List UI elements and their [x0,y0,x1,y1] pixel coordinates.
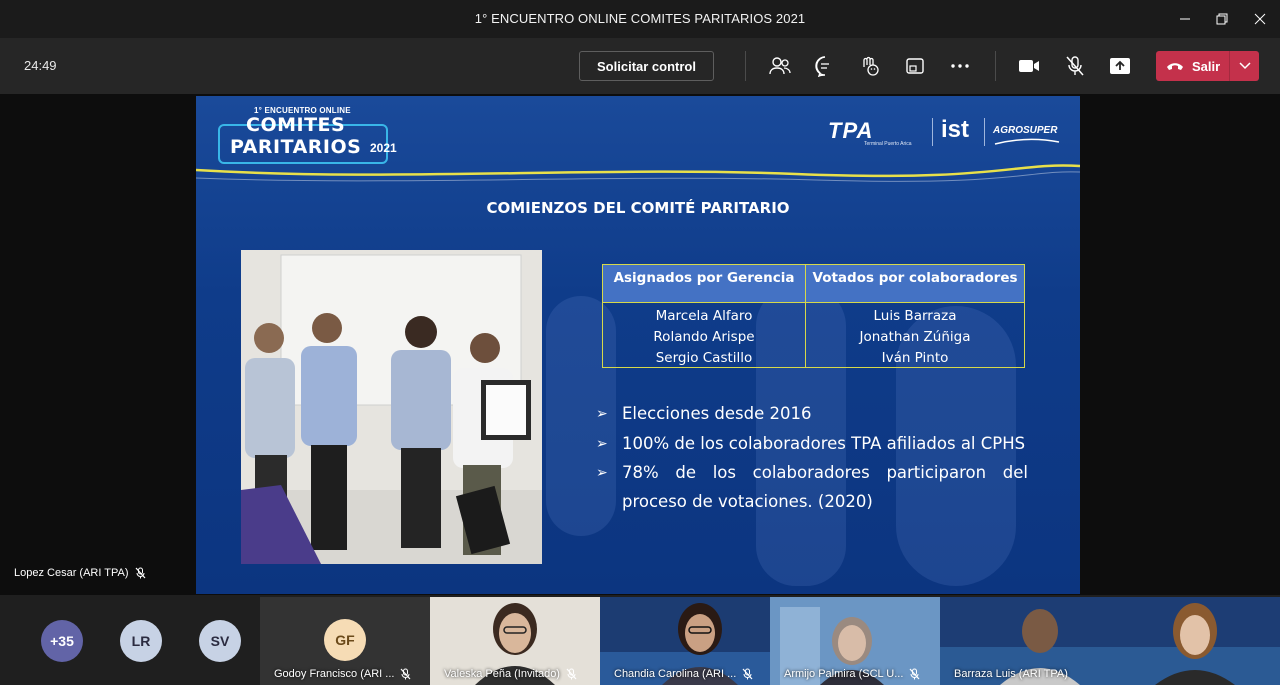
bullet-item: ➢ 78% de los colaboradores participaron … [594,459,1028,516]
more-options-icon[interactable] [947,53,973,79]
microphone-muted-icon [742,668,753,680]
share-screen-icon[interactable] [1107,53,1133,79]
table-cell: Iván Pinto [881,350,949,366]
participant-tile-chandia[interactable]: Chandia Carolina (ARI ... [600,597,770,685]
arrow-bullet-icon: ➢ [596,465,608,481]
participants-icon[interactable] [767,53,793,79]
participant-name: Valeska Peña (Invitado) [444,668,577,680]
overflow-participants-avatar[interactable]: +35 [41,620,83,662]
title-bar: 1° ENCUENTRO ONLINE COMITES PARITARIOS 2… [0,0,1280,38]
presenter-label: Lopez Cesar (ARI TPA) [14,567,146,579]
bullet-text: 78% de los colaboradores participaron de… [622,463,1028,511]
presenter-name: Lopez Cesar (ARI TPA) [14,567,129,579]
participant-name-text: Armijo Palmira (SCL U... [784,668,904,680]
microphone-muted-icon [909,668,920,680]
microphone-muted-icon [400,668,411,680]
bullet-item: ➢ Elecciones desde 2016 [594,400,1028,429]
agrosuper-logo: AGROSUPER [993,125,1058,136]
table-header-cell: Asignados por Gerencia [603,265,806,302]
meeting-toolbar: 24:49 Solicitar control Salir [0,38,1280,94]
table-header-row: Asignados por Gerencia Votados por colab… [603,265,1024,303]
committee-table: Asignados por Gerencia Votados por colab… [602,264,1025,368]
camera-icon[interactable] [1016,53,1042,79]
participant-tile-armijo[interactable]: Armijo Palmira (SCL U... [770,597,940,685]
participant-tile-godoy[interactable]: GF Godoy Francisco (ARI ... [260,597,430,685]
leave-label: Salir [1192,58,1221,74]
bullet-text: 100% de los colaboradores TPA afiliados … [622,433,1026,453]
table-body-row: Marcela Alfaro Rolando Arispe Sergio Cas… [603,303,1024,367]
table-cell: Rolando Arispe [653,329,755,345]
event-logo-line1: COMITES [246,114,346,136]
toolbar-divider [745,51,746,81]
participant-strip: +35 LR SV GF Godoy Francisco (ARI ... Va… [0,597,1280,685]
reactions-icon[interactable] [857,53,883,79]
table-cell: Marcela Alfaro [655,308,753,324]
microphone-muted-icon [135,567,145,579]
participant-name-text: Chandia Carolina (ARI ... [614,668,737,680]
participant-tile-barraza[interactable]: Barraza Luis (ARI TPA) [940,597,1280,685]
leave-button[interactable]: Salir [1156,51,1259,81]
chat-icon[interactable] [812,53,838,79]
close-icon[interactable] [1246,6,1274,32]
breakout-rooms-icon[interactable] [902,53,928,79]
table-header-cell: Votados por colaboradores [812,270,1018,286]
toolbar-divider [995,51,996,81]
phone-hangup-icon [1167,63,1183,70]
window-title: 1° ENCUENTRO ONLINE COMITES PARITARIOS 2… [474,11,806,26]
bullet-item: ➢ 100% de los colaboradores TPA afiliados… [594,430,1028,459]
meeting-timer: 24:49 [24,58,57,73]
arrow-bullet-icon: ➢ [596,435,608,452]
shared-content-stage: 1° ENCUENTRO ONLINE COMITES PARITARIOS 2… [0,94,1280,595]
microphone-muted-icon[interactable] [1062,53,1088,79]
participant-name-text: Valeska Peña (Invitado) [444,668,560,680]
group-photo [241,250,542,564]
event-logo-year: 2021 [370,141,397,155]
chevron-down-icon[interactable] [1230,51,1259,81]
participant-name-text: Barraza Luis (ARI TPA) [954,668,1068,680]
table-cell: Jonathan Zúñiga [859,329,971,345]
table-column-votados: Luis Barraza Jonathan Zúñiga Iván Pinto [806,303,1024,367]
brand-divider [984,118,985,146]
participant-name: Godoy Francisco (ARI ... [274,668,411,680]
tpa-logo-subtitle: Terminal Puerto Arica [864,141,912,147]
bullet-text: Elecciones desde 2016 [622,404,812,423]
brand-divider [932,118,933,146]
microphone-muted-icon [566,668,577,680]
slide-title: COMIENZOS DEL COMITÉ PARITARIO [486,199,790,217]
restore-icon[interactable] [1208,6,1236,32]
participant-name: Armijo Palmira (SCL U... [784,668,920,680]
arrow-bullet-icon: ➢ [596,406,608,422]
ist-logo: ist [941,116,970,143]
table-cell: Luis Barraza [873,308,957,324]
event-logo-line2: PARITARIOS [230,136,362,158]
bullet-list: ➢ Elecciones desde 2016 ➢ 100% de los cola… [594,400,1028,516]
minimize-icon[interactable] [1171,6,1199,32]
participant-avatar-gf: GF [324,619,366,661]
table-cell: Sergio Castillo [655,350,753,366]
participant-tile-valeska[interactable]: Valeska Peña (Invitado) [430,597,600,685]
leave-main[interactable]: Salir [1156,51,1229,81]
agrosuper-swoosh [994,138,1060,145]
participant-name: Barraza Luis (ARI TPA) [954,668,1068,680]
participant-avatar-lr[interactable]: LR [120,620,162,662]
table-column-gerencia: Marcela Alfaro Rolando Arispe Sergio Cas… [603,303,806,367]
participant-name: Chandia Carolina (ARI ... [614,668,753,680]
participant-avatar-sv[interactable]: SV [199,620,241,662]
request-control-button[interactable]: Solicitar control [579,51,714,81]
presentation-slide: 1° ENCUENTRO ONLINE COMITES PARITARIOS 2… [196,96,1080,594]
participant-name-text: Godoy Francisco (ARI ... [274,668,395,680]
